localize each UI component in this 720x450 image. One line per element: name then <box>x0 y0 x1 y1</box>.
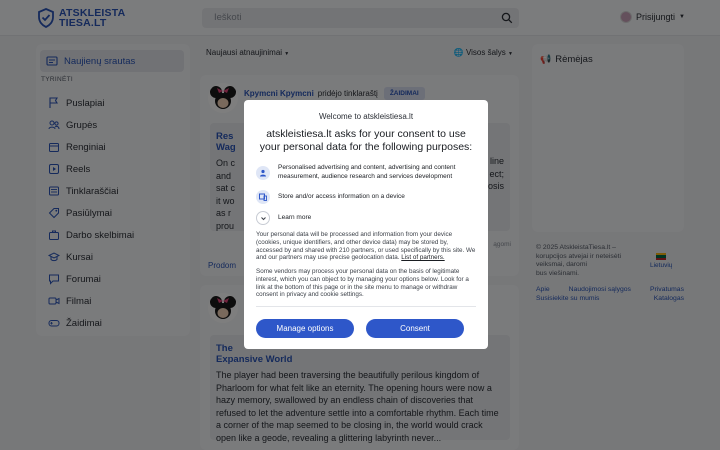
consent-purpose-storage: Store and/or access information on a dev… <box>256 190 468 204</box>
consent-heading: atskleistiesa.lt asks for your consent t… <box>259 128 473 153</box>
purpose-text: Store and/or access information on a dev… <box>278 192 405 200</box>
consent-purpose-advertising: Personalised advertising and content, ad… <box>256 164 468 181</box>
learn-more-toggle[interactable]: Learn more <box>256 211 468 225</box>
manage-options-button[interactable]: Manage options <box>256 319 354 338</box>
partners-list-link[interactable]: List of partners. <box>401 254 444 261</box>
consent-welcome: Welcome to atskleistiesa.lt <box>318 112 414 121</box>
divider <box>256 306 476 307</box>
purpose-text: Personalised advertising and content, ad… <box>278 164 456 180</box>
learn-more-label: Learn more <box>278 213 312 221</box>
consent-info-text: Your personal data will be processed and… <box>256 231 476 262</box>
consent-button[interactable]: Consent <box>366 319 464 338</box>
person-icon <box>256 165 270 180</box>
chevron-down-icon <box>256 211 270 225</box>
device-icon <box>256 190 270 204</box>
consent-legitimate-interest-text: Some vendors may process your personal d… <box>256 268 469 299</box>
consent-dialog: Welcome to atskleistiesa.lt atskleisties… <box>244 100 488 349</box>
